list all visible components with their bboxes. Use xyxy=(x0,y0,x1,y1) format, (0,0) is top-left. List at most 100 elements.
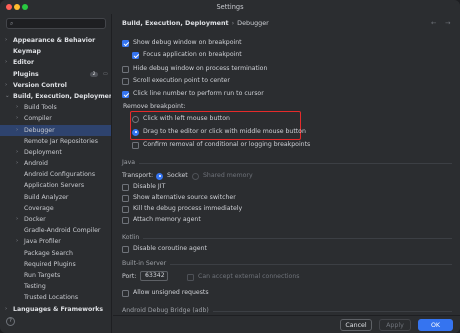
sidebar-item-android[interactable]: › Android xyxy=(0,158,111,169)
ok-button[interactable]: OK xyxy=(418,319,453,331)
disable-jit-checkbox[interactable] xyxy=(122,183,129,191)
sidebar-item-java-profiler[interactable]: › Java Profiler xyxy=(0,236,111,247)
sidebar-item-label: Build Analyzer xyxy=(24,193,69,201)
sidebar-item-android-configurations[interactable]: Android Configurations xyxy=(0,169,111,180)
sidebar-item-label: Coverage xyxy=(24,204,54,212)
disable-coroutine-checkbox[interactable] xyxy=(122,245,129,253)
click-line-number-checkbox[interactable] xyxy=(122,90,129,98)
kotlin-section-header: Kotlin xyxy=(122,233,452,243)
sidebar-item-appearance-behavior[interactable]: › Appearance & Behavior xyxy=(0,35,111,46)
attach-memory-agent-checkbox[interactable] xyxy=(122,216,129,224)
sidebar-item-run-targets[interactable]: Run Targets xyxy=(0,270,111,281)
kill-debug-process-checkbox[interactable] xyxy=(122,205,129,213)
sidebar-item-trusted-locations[interactable]: Trusted Locations xyxy=(0,292,111,303)
chevron-right-icon[interactable]: › xyxy=(16,147,18,158)
show-alt-source-checkbox[interactable] xyxy=(122,194,129,202)
sidebar-item-required-plugins[interactable]: Required Plugins xyxy=(0,259,111,270)
cancel-button[interactable]: Cancel xyxy=(340,319,372,331)
sidebar-item-label: Version Control xyxy=(13,81,67,89)
sidebar-item-label: Trusted Locations xyxy=(24,294,79,302)
dialog-footer: Cancel Apply OK xyxy=(113,315,460,333)
sidebar-item-docker[interactable]: › Docker xyxy=(0,214,111,225)
sidebar-item-compiler[interactable]: › Compiler xyxy=(0,113,111,124)
hide-debug-window-checkbox[interactable] xyxy=(122,65,129,73)
chevron-right-icon[interactable]: › xyxy=(5,35,7,46)
shared-memory-radio xyxy=(192,172,199,180)
section-divider xyxy=(212,311,452,312)
chevron-right-icon[interactable]: › xyxy=(16,236,18,247)
breadcrumb-parent: Build, Execution, Deployment xyxy=(122,19,229,27)
socket-radio[interactable] xyxy=(156,172,163,180)
help-button[interactable]: ? xyxy=(6,317,15,326)
sidebar-item-languages-frameworks[interactable]: › Languages & Frameworks xyxy=(0,304,111,315)
plugins-count-badge: 2 xyxy=(90,71,98,78)
sidebar-item-build-analyzer[interactable]: Build Analyzer xyxy=(0,192,111,203)
section-divider xyxy=(139,163,452,164)
sidebar-item-deployment[interactable]: › Deployment xyxy=(0,147,111,158)
chevron-right-icon[interactable]: › xyxy=(16,214,18,225)
chevron-right-icon[interactable]: › xyxy=(5,304,7,315)
sidebar-item-label: Remote Jar Repositories xyxy=(24,137,98,145)
sidebar-item-coverage[interactable]: Coverage xyxy=(0,203,111,214)
sidebar-item-keymap[interactable]: Keymap xyxy=(0,46,111,57)
sidebar-item-build-tools[interactable]: › Build Tools xyxy=(0,102,111,113)
sidebar-item-application-servers[interactable]: Application Servers xyxy=(0,180,111,191)
stepper-arrows-icon[interactable]: ⇕ xyxy=(145,272,166,280)
back-arrow-icon[interactable]: ← xyxy=(431,19,436,27)
show-debug-window-checkbox[interactable] xyxy=(122,39,129,47)
sidebar-item-label: Appearance & Behavior xyxy=(13,37,96,44)
focus-application-checkbox[interactable] xyxy=(132,51,139,59)
sidebar-item-label: Android xyxy=(24,160,48,168)
sidebar-item-remote-jar-repositories[interactable]: Remote Jar Repositories xyxy=(0,136,111,147)
forward-arrow-icon[interactable]: → xyxy=(445,19,450,27)
chevron-down-icon[interactable]: ⌄ xyxy=(5,91,10,102)
port-label: Port: xyxy=(122,273,137,280)
plugins-window-icon: ▭ xyxy=(103,70,108,77)
sidebar-item-label: Application Servers xyxy=(24,182,85,190)
sidebar-item-label: Required Plugins xyxy=(24,260,76,268)
sidebar-item-label: Build, Execution, Deployment xyxy=(13,92,112,100)
settings-sidebar: ⌕ › Appearance & Behavior Keymap › Editor Plu… xyxy=(0,14,112,333)
sidebar-item-label: Compiler xyxy=(24,115,52,123)
click-left-mouse-radio[interactable] xyxy=(132,115,139,123)
sidebar-item-build-execution-deployment[interactable]: ⌄ Build, Execution, Deployment xyxy=(0,91,112,102)
breadcrumb-page: Debugger xyxy=(237,19,269,27)
sidebar-item-label: Editor xyxy=(13,59,35,67)
chevron-right-icon[interactable]: › xyxy=(5,80,7,91)
breadcrumb-separator: › xyxy=(231,19,235,27)
sidebar-item-version-control[interactable]: › Version Control xyxy=(0,80,111,91)
sidebar-item-label: Build Tools xyxy=(24,104,57,112)
sidebar-item-label: Testing xyxy=(24,283,46,291)
can-accept-checkbox xyxy=(187,273,194,281)
sidebar-item-testing[interactable]: Testing xyxy=(0,281,111,292)
chevron-right-icon[interactable]: › xyxy=(16,125,18,136)
scroll-execution-point-checkbox[interactable] xyxy=(122,77,129,85)
sidebar-item-editor[interactable]: › Editor xyxy=(0,57,111,68)
sidebar-item-label: Java Profiler xyxy=(24,238,61,246)
sidebar-item-label: Debugger xyxy=(24,126,55,134)
settings-window: Settings ⌕ › Appearance & Behavior Keymap ›… xyxy=(0,0,460,333)
sidebar-item-package-search[interactable]: Package Search xyxy=(0,248,111,259)
chevron-right-icon[interactable]: › xyxy=(16,113,18,124)
chevron-right-icon[interactable]: › xyxy=(16,102,18,113)
confirm-removal-checkbox[interactable] xyxy=(132,141,139,149)
chevron-right-icon[interactable]: › xyxy=(16,158,18,169)
android-debug-bridge-section-header: Android Debug Bridge (adb) xyxy=(122,306,452,315)
allow-unsigned-checkbox[interactable] xyxy=(122,289,129,297)
breadcrumb: Build, Execution, Deployment › Debugger xyxy=(122,19,269,27)
sidebar-item-label: Package Search xyxy=(24,249,73,257)
debugger-settings-panel: Build, Execution, Deployment › Debugger ← … xyxy=(113,14,460,315)
search-icon: ⌕ xyxy=(10,20,14,27)
search-input[interactable]: ⌕ xyxy=(6,18,106,29)
built-in-server-section-header: Built-in Server xyxy=(122,259,452,269)
port-stepper[interactable]: 63342 ⇕ xyxy=(140,271,168,281)
sidebar-item-label: Plugins xyxy=(13,70,39,78)
chevron-right-icon[interactable]: › xyxy=(5,57,7,68)
drag-to-editor-radio[interactable] xyxy=(132,128,139,136)
sidebar-item-label: Docker xyxy=(24,216,46,223)
sidebar-item-gradle-android-compiler[interactable]: Gradle-Android Compiler xyxy=(0,225,111,236)
window-title: Settings xyxy=(216,3,244,11)
sidebar-item-debugger[interactable]: › Debugger xyxy=(0,124,111,136)
sidebar-item-plugins[interactable]: Plugins 2 ▭ xyxy=(0,69,111,80)
section-divider xyxy=(170,264,452,265)
